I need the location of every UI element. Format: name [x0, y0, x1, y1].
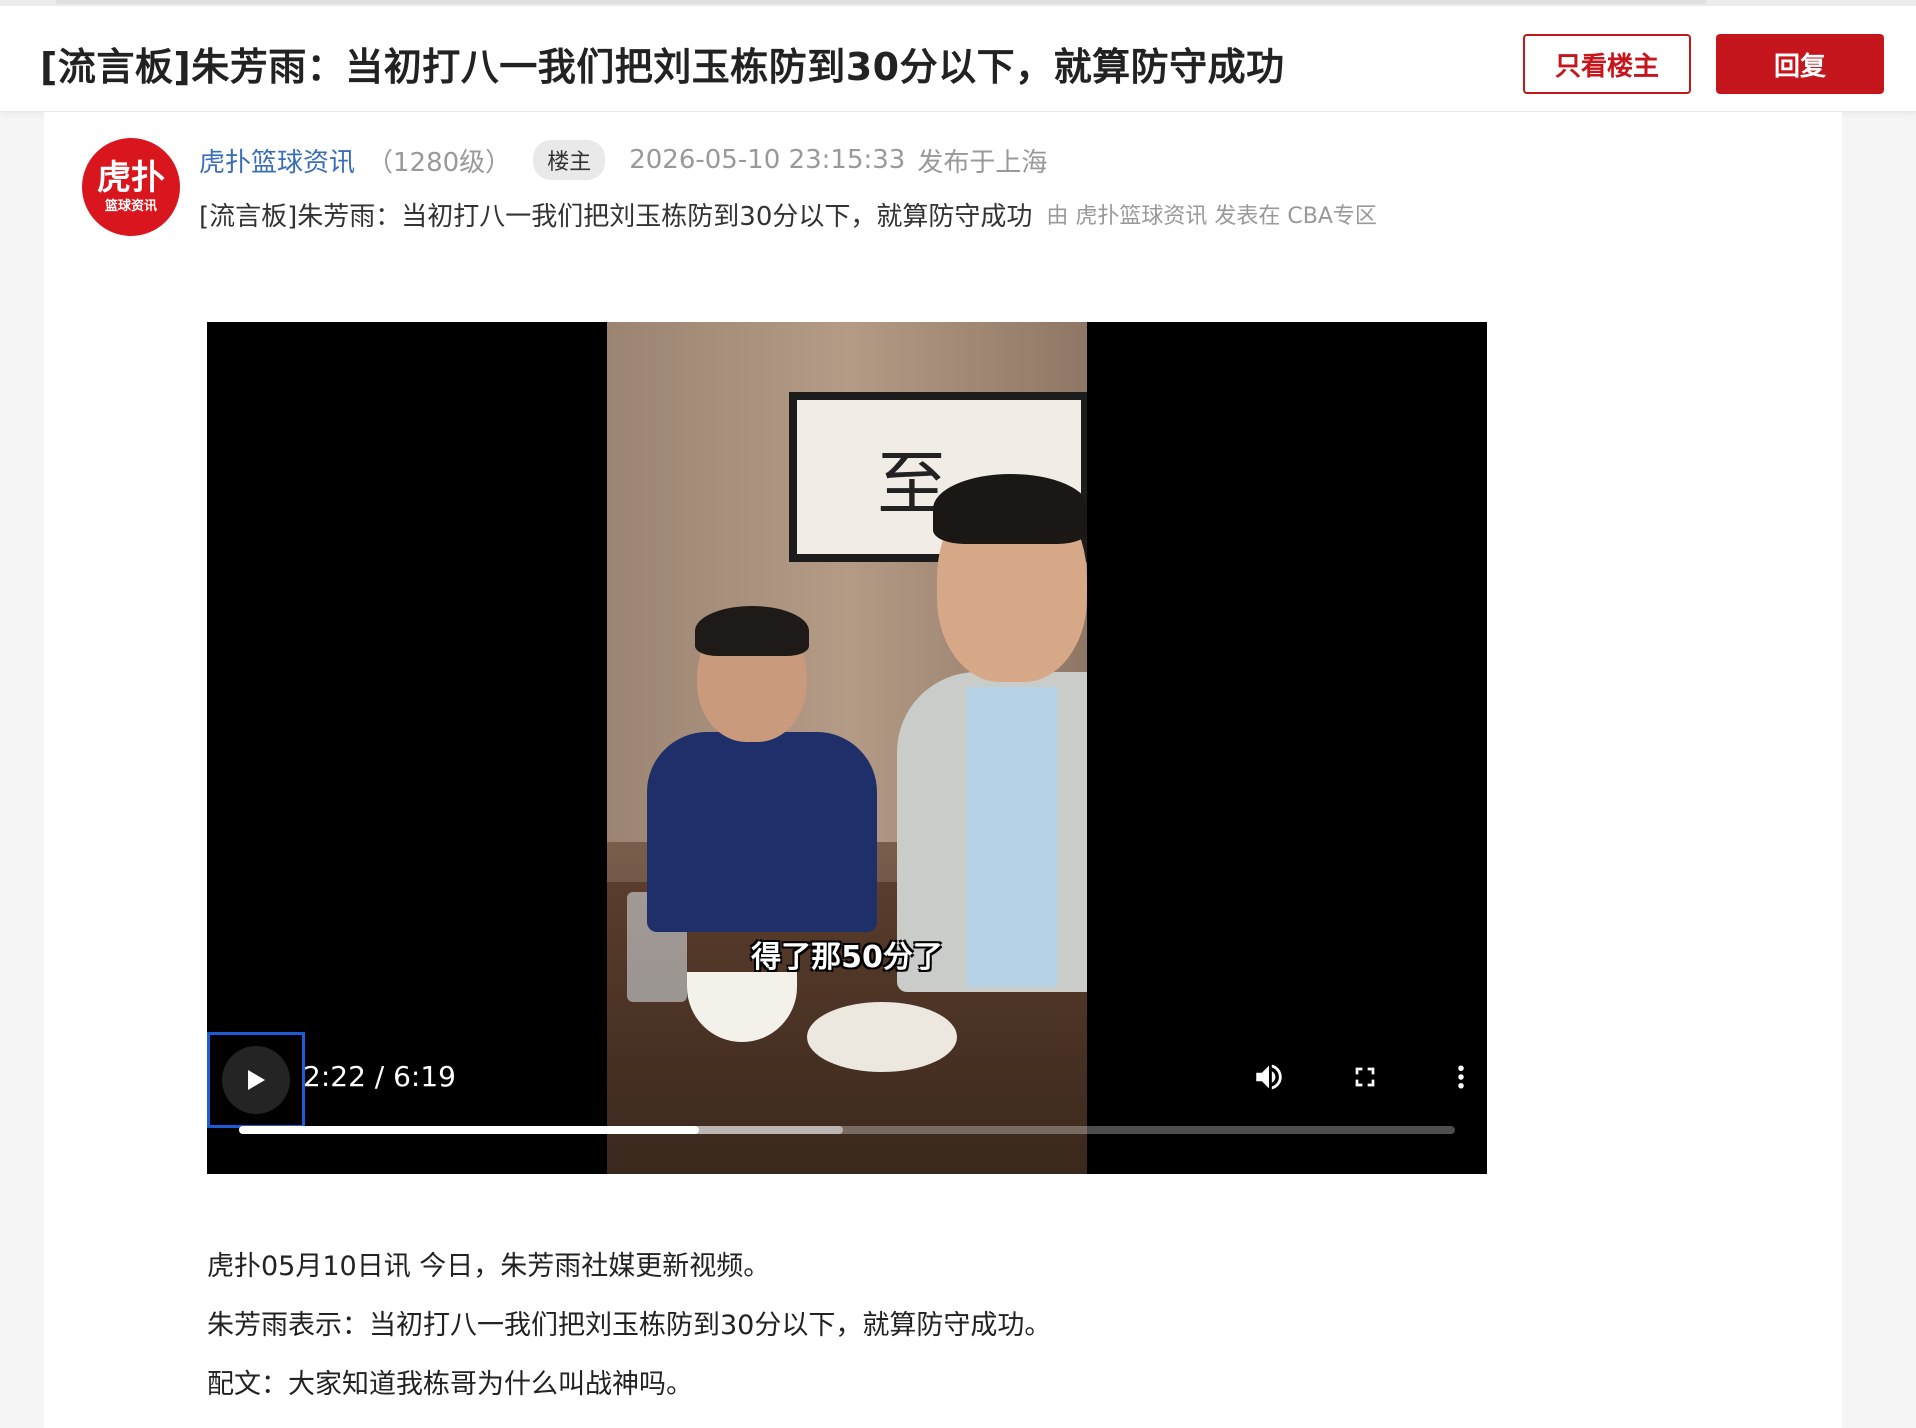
- more-options-button[interactable]: [1436, 1052, 1486, 1102]
- person-right-hair: [933, 474, 1087, 544]
- person-left-body: [647, 732, 877, 932]
- body-paragraph-2: 朱芳雨表示：当初打八一我们把刘玉栋防到30分以下，就算防守成功。: [207, 1310, 1052, 1341]
- video-player[interactable]: 至 得了那50分了 2:22 / 6:19: [207, 322, 1487, 1174]
- play-button-circle: [222, 1046, 290, 1114]
- person-left-hair: [695, 606, 809, 656]
- play-icon: [248, 1070, 265, 1090]
- video-frame: 至 得了那50分了: [607, 322, 1087, 1174]
- fullscreen-icon: [1355, 1067, 1375, 1087]
- thread-header: [流言板]朱芳雨：当初打八一我们把刘玉栋防到30分以下，就算防守成功 只看楼主 …: [0, 6, 1916, 112]
- post-location: 发布于上海: [917, 147, 1048, 178]
- reply-button[interactable]: 回复: [1716, 34, 1884, 94]
- post-body: 虎扑05月10日讯 今日，朱芳雨社媒更新视频。 朱芳雨表示：当初打八一我们把刘玉…: [207, 1247, 1707, 1424]
- volume-button[interactable]: [1244, 1052, 1294, 1102]
- top-strip-inner: [56, 0, 1706, 4]
- video-subtitle: 得了那50分了: [751, 940, 943, 975]
- source-author-link[interactable]: 虎扑篮球资讯: [1075, 204, 1207, 229]
- frame-person-left: [647, 606, 877, 932]
- fullscreen-button[interactable]: [1340, 1052, 1390, 1102]
- avatar[interactable]: 虎扑 篮球资讯: [82, 138, 180, 236]
- post-sub-title: [流言板]朱芳雨：当初打八一我们把刘玉栋防到30分以下，就算防守成功: [199, 201, 1033, 232]
- play-button[interactable]: [207, 1032, 305, 1128]
- volume-icon: [1256, 1064, 1282, 1090]
- author-link[interactable]: 虎扑篮球资讯: [199, 142, 355, 179]
- body-paragraph-1: 虎扑05月10日讯 今日，朱芳雨社媒更新视频。: [207, 1251, 771, 1282]
- op-badge: 楼主: [533, 140, 606, 180]
- post-source: 由 虎扑篮球资讯 发表在 CBA专区: [1046, 198, 1377, 230]
- author-level: （1280级）: [367, 147, 512, 178]
- avatar-logo-subtext: 篮球资讯: [104, 199, 157, 214]
- post-meta: 虎扑篮球资讯 （1280级） 楼主 2026-05-10 23:15:33 发布…: [199, 140, 1047, 180]
- posted-in-label: 发表在: [1214, 204, 1281, 229]
- progress-bar[interactable]: [239, 1126, 1455, 1134]
- frame-plate: [807, 1002, 957, 1072]
- avatar-logo-text: 虎扑: [97, 158, 165, 198]
- frame-person-right: [897, 474, 1087, 992]
- post-card: 虎扑 篮球资讯 虎扑篮球资讯 （1280级） 楼主 2026-05-10 23:…: [44, 112, 1842, 1428]
- body-paragraph-3: 配文：大家知道我栋哥为什么叫战神吗。: [207, 1369, 693, 1400]
- thread-title: [流言板]朱芳雨：当初打八一我们把刘玉栋防到30分以下，就算防守成功: [40, 45, 1285, 89]
- by-label: 由: [1046, 204, 1069, 229]
- board-link[interactable]: CBA专区: [1287, 204, 1377, 229]
- post-subline: [流言板]朱芳雨：当初打八一我们把刘玉栋防到30分以下，就算防守成功 由 虎扑篮…: [199, 194, 1377, 234]
- only-op-button[interactable]: 只看楼主: [1523, 34, 1691, 94]
- post-time: 2026-05-10 23:15:33: [629, 145, 906, 175]
- more-vert-icon: [1458, 1065, 1464, 1089]
- progress-played: [239, 1126, 699, 1134]
- time-display: 2:22 / 6:19: [303, 1060, 456, 1093]
